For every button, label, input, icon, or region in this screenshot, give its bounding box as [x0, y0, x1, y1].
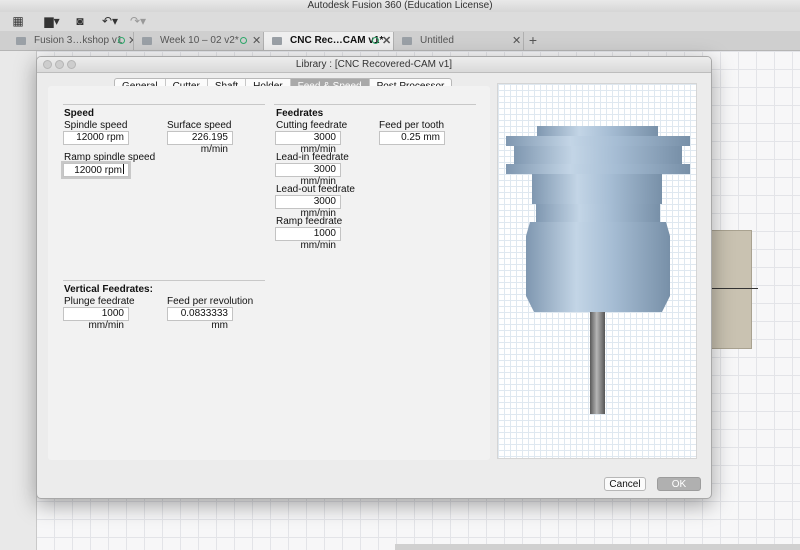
doc-tab-1[interactable]: Fusion 3…kshop v1 ✕: [8, 32, 134, 50]
lead-in-feedrate-input[interactable]: 3000 mm/min: [275, 163, 341, 187]
surface-speed-label: Surface speed: [167, 120, 232, 131]
tool-holder-graphic: [506, 126, 690, 414]
holder-flange: [506, 126, 690, 312]
document-icon: [16, 37, 26, 45]
lead-out-feedrate-input[interactable]: 3000 mm/min: [275, 195, 341, 219]
ramp-spindle-speed-label: Ramp spindle speed: [64, 152, 156, 163]
ramp-feedrate-label: Ramp feedrate: [276, 216, 343, 227]
text-caret: [123, 164, 124, 174]
close-tab-icon[interactable]: ✕: [252, 32, 261, 50]
divider: [63, 280, 265, 281]
close-window-icon[interactable]: [43, 60, 52, 69]
doc-tab-3[interactable]: CNC Rec…CAM v1* ✕: [264, 32, 394, 50]
plunge-feedrate-input[interactable]: 1000 mm/min: [63, 307, 129, 331]
doc-tab-label: CNC Rec…CAM v1*: [290, 35, 384, 46]
library-dialog: Library : [CNC Recovered-CAM v1] General…: [36, 56, 712, 499]
ramp-spindle-speed-input[interactable]: 12000 rpm: [61, 161, 131, 179]
lead-in-feedrate-label: Lead-in feedrate: [276, 152, 349, 163]
app-title: Autodesk Fusion 360 (Education License): [307, 0, 493, 11]
tool-shaft: [590, 312, 605, 414]
feed-per-revolution-label: Feed per revolution: [167, 296, 254, 307]
document-tabbar: Fusion 3…kshop v1 ✕ Week 10 – 02 v2* ✕ C…: [0, 31, 800, 51]
sync-status-icon: [372, 37, 379, 44]
model-axis-line: [710, 288, 758, 289]
cutting-feedrate-input[interactable]: 3000 mm/min: [275, 131, 341, 155]
sync-status-icon: [118, 37, 125, 44]
feed-per-tooth-input[interactable]: 0.25 mm: [379, 131, 445, 145]
document-icon: [402, 37, 412, 45]
app-toolbar: ▦ ▆▾ ◙ ↶▾ ↷▾: [0, 12, 800, 32]
minimize-window-icon[interactable]: [55, 60, 64, 69]
ramp-feedrate-input[interactable]: 1000 mm/min: [275, 227, 341, 251]
redo-icon[interactable]: ↷▾: [124, 14, 152, 29]
document-icon: [142, 37, 152, 45]
surface-speed-input[interactable]: 226.195 m/min: [167, 131, 233, 155]
feed-per-revolution-input[interactable]: 0.0833333 mm: [167, 307, 233, 331]
model-body: [710, 230, 752, 349]
ramp-spindle-speed-value: 12000 rpm: [74, 165, 122, 176]
new-tab-icon[interactable]: +: [526, 31, 540, 50]
document-icon: [272, 37, 282, 45]
feed-per-tooth-label: Feed per tooth: [379, 120, 445, 131]
divider: [274, 104, 476, 105]
undo-icon[interactable]: ↶▾: [96, 14, 124, 29]
browser-panel[interactable]: [0, 51, 37, 550]
spindle-speed-input[interactable]: 12000 rpm: [63, 131, 129, 145]
doc-tab-label: Fusion 3…kshop v1: [34, 35, 123, 46]
spindle-speed-label: Spindle speed: [64, 120, 128, 131]
speed-heading: Speed: [64, 108, 95, 119]
doc-tab-label: Untitled: [420, 35, 454, 46]
divider: [63, 104, 265, 105]
plunge-feedrate-label: Plunge feedrate: [64, 296, 135, 307]
vertical-feedrates-heading: Vertical Feedrates:: [64, 284, 153, 295]
dialog-titlebar: Library : [CNC Recovered-CAM v1]: [37, 57, 711, 73]
file-menu-icon[interactable]: ▆▾: [38, 14, 66, 29]
ok-button[interactable]: OK: [657, 477, 701, 491]
doc-tab-2[interactable]: Week 10 – 02 v2* ✕: [134, 32, 264, 50]
save-icon[interactable]: ◙: [66, 14, 94, 29]
zoom-window-icon[interactable]: [67, 60, 76, 69]
close-tab-icon[interactable]: ✕: [512, 32, 521, 50]
timeline-bar: [395, 544, 800, 550]
close-tab-icon[interactable]: ✕: [382, 32, 391, 50]
dialog-title: Library : [CNC Recovered-CAM v1]: [295, 59, 453, 70]
feedrates-heading: Feedrates: [276, 108, 324, 119]
cancel-button[interactable]: Cancel: [604, 477, 646, 491]
feed-speed-panel: Speed Spindle speed 12000 rpm Surface sp…: [48, 86, 490, 460]
sync-status-icon: [240, 37, 247, 44]
lead-out-feedrate-label: Lead-out feedrate: [276, 184, 355, 195]
doc-tab-4[interactable]: Untitled ✕: [394, 32, 524, 50]
doc-tab-label: Week 10 – 02 v2*: [160, 35, 239, 46]
tool-preview[interactable]: [497, 83, 697, 459]
cutting-feedrate-label: Cutting feedrate: [276, 120, 348, 131]
grid-menu-icon[interactable]: ▦: [4, 14, 32, 29]
